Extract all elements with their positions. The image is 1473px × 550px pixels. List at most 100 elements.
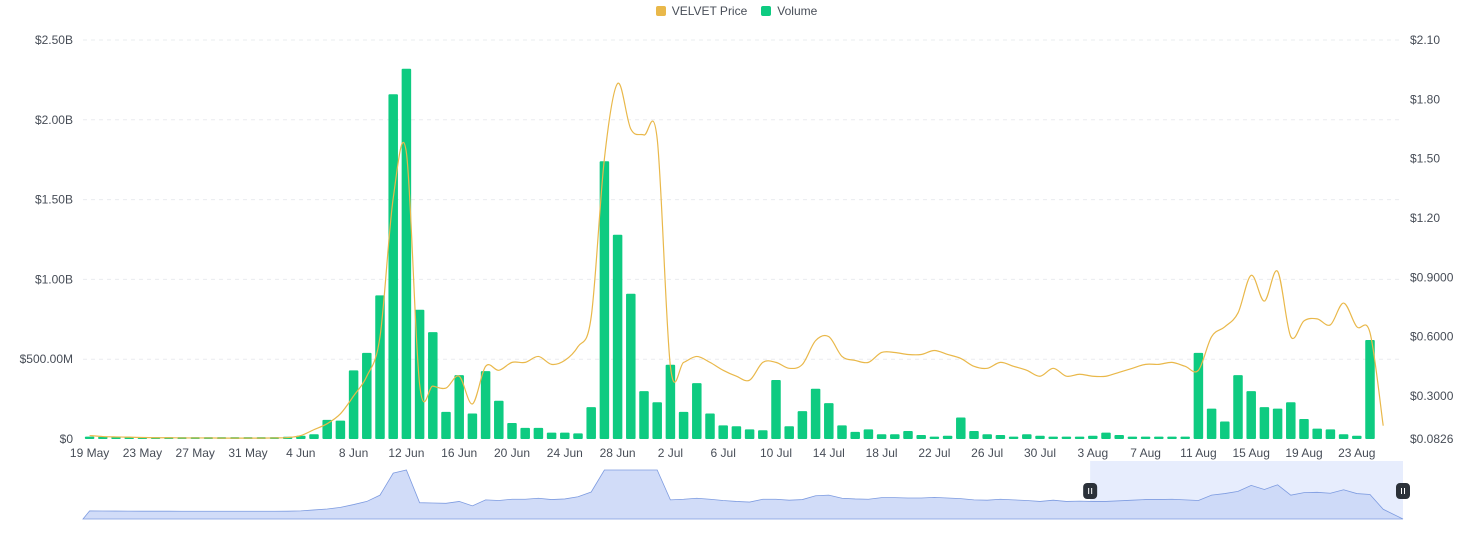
volume-bar (322, 419, 332, 439)
volume-bar (560, 432, 570, 439)
y-left-tick-label: $1.00B (35, 272, 73, 286)
x-tick-label: 24 Jun (547, 446, 583, 460)
navigator-handle-left[interactable] (1083, 483, 1098, 499)
volume-bar (1233, 375, 1243, 439)
x-tick-label: 16 Jun (441, 446, 477, 460)
x-tick-label: 6 Jul (711, 446, 736, 460)
volume-bar (678, 411, 689, 439)
volume-bar (1338, 434, 1349, 439)
x-tick-label: 26 Jul (971, 446, 1003, 460)
volume-bar (1312, 428, 1322, 439)
volume-bar (1008, 436, 1019, 439)
volume-bar (863, 429, 874, 439)
y-right-tick-label: $0.3000 (1410, 389, 1454, 403)
volume-bar (1154, 436, 1164, 439)
volume-bar (850, 431, 860, 439)
volume-bar (890, 434, 900, 439)
volume-bar (335, 420, 346, 439)
x-tick-label: 28 Jun (600, 446, 636, 460)
volume-bar (348, 370, 359, 439)
y-right-tick-label: $0.9000 (1410, 270, 1454, 284)
volume-bar (705, 413, 715, 439)
volume-bar (362, 352, 372, 439)
volume-bar (639, 391, 649, 439)
x-tick-label: 22 Jul (918, 446, 950, 460)
volume-bar (982, 434, 992, 439)
volume-bar (1193, 352, 1204, 439)
volume-bar (375, 295, 385, 439)
price-line (89, 82, 1384, 439)
volume-bar (1101, 432, 1111, 439)
volume-bar (929, 436, 940, 439)
volume-bar (1074, 436, 1085, 439)
volume-bar (84, 436, 95, 439)
volume-bar (1088, 435, 1098, 439)
volume-bar (1352, 435, 1362, 439)
volume-bar (586, 407, 596, 439)
x-tick-label: 23 Aug (1338, 446, 1375, 460)
volume-bar (1220, 421, 1230, 439)
volume-bar (573, 433, 583, 439)
volume-bar (956, 417, 966, 439)
volume-bar (995, 435, 1006, 439)
x-tick-label: 19 Aug (1285, 446, 1322, 460)
y-left-tick-label: $2.00B (35, 113, 73, 127)
x-tick-label: 12 Jun (388, 446, 424, 460)
x-tick-label: 18 Jul (866, 446, 898, 460)
y-left-tick-label: $1.50B (35, 193, 73, 207)
volume-bar (1299, 419, 1309, 439)
volume-bar (824, 403, 834, 439)
x-tick-label: 4 Jun (286, 446, 315, 460)
volume-bar (401, 68, 412, 439)
volume-bar (876, 434, 887, 439)
x-tick-label: 14 Jul (813, 446, 845, 460)
volume-bar (612, 234, 623, 439)
volume-bar (969, 431, 979, 439)
y-right-tick-label: $2.10 (1410, 33, 1440, 47)
volume-bar (1286, 402, 1296, 439)
volume-bar (916, 435, 926, 439)
volume-bar (507, 423, 517, 439)
volume-bar (480, 371, 491, 439)
volume-bar (533, 427, 544, 439)
volume-bar (903, 431, 913, 439)
x-tick-label: 23 May (123, 446, 162, 460)
x-tick-label: 7 Aug (1130, 446, 1161, 460)
volume-bar (1035, 435, 1045, 439)
volume-bar (810, 388, 821, 439)
volume-bar (1127, 436, 1138, 439)
x-tick-label: 8 Jun (339, 446, 368, 460)
price-volume-chart: $0 $500.00M $1.00B $1.50B $2.00B $2.50B $0.082… (20, 33, 1454, 520)
volume-bar (771, 379, 781, 439)
volume-bar (1272, 408, 1283, 439)
volume-bar (1022, 434, 1032, 439)
volume-bar (718, 425, 728, 439)
volume-bar (692, 383, 702, 439)
y-right-tick-label: $1.50 (1410, 152, 1440, 166)
x-tick-label: 15 Aug (1233, 446, 1270, 460)
volume-bar (797, 411, 808, 439)
volume-bar (388, 94, 398, 439)
x-tick-label: 11 Aug (1180, 446, 1216, 460)
volume-bar (467, 413, 478, 439)
y-left-tick-label: $2.50B (35, 33, 73, 47)
x-tick-label: 10 Jul (760, 446, 792, 460)
x-tick-label: 20 Jun (494, 446, 530, 460)
navigator-handle-right[interactable] (1396, 483, 1410, 499)
y-left-tick-label: $500.00M (20, 352, 73, 366)
volume-bar (626, 293, 636, 439)
y-right-tick-label: $0.0826 (1410, 432, 1454, 446)
y-right-tick-label: $1.20 (1410, 211, 1440, 225)
volume-bar (494, 400, 504, 439)
x-tick-label: 2 Jul (658, 446, 683, 460)
x-tick-label: 31 May (228, 446, 267, 460)
volume-bar (1061, 436, 1072, 439)
x-tick-label: 19 May (70, 446, 109, 460)
y-left-tick-label: $0 (60, 432, 74, 446)
volume-bar (1365, 340, 1375, 439)
volume-bar (1246, 391, 1256, 439)
x-tick-label: 30 Jul (1024, 446, 1056, 460)
volume-bar (837, 425, 847, 439)
y-right-tick-label: $1.80 (1410, 92, 1440, 106)
volume-bar (784, 426, 794, 439)
